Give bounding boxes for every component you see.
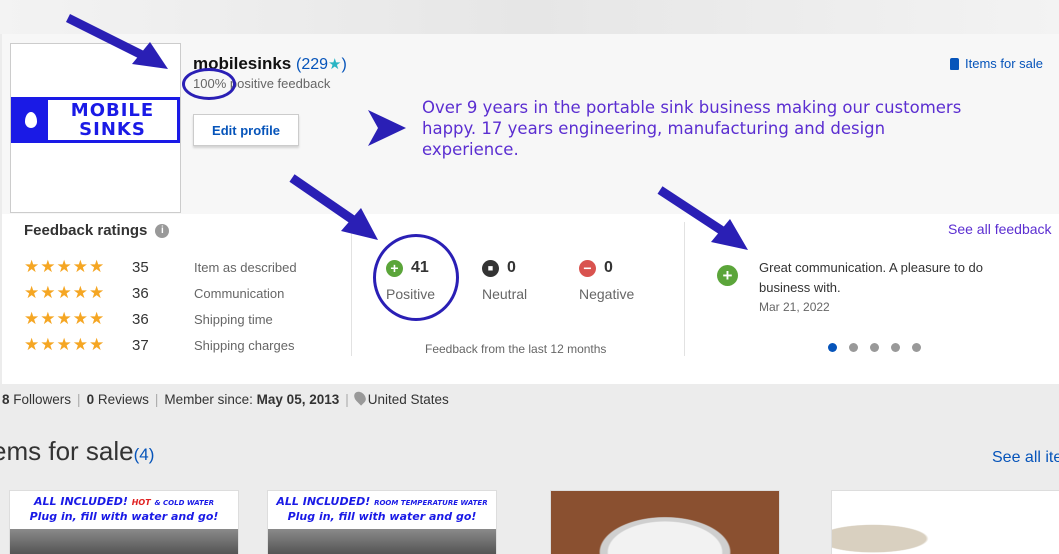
rating-row-shipping-time: ★★★★★ 36 Shipping time [24, 309, 273, 329]
rating-stars-icon: ★★★★★ [24, 283, 106, 302]
neutral-count: 0 [507, 259, 516, 276]
item-banner-small: ROOM TEMPERATURE WATER [374, 499, 488, 507]
carousel-dots [828, 343, 921, 352]
separator: | [154, 391, 159, 407]
rating-label: Shipping time [194, 311, 273, 327]
feedback-ratings-title: Feedback ratings i [24, 222, 170, 239]
item-card[interactable] [831, 490, 1059, 554]
reviews-link[interactable]: 0 Reviews [87, 392, 149, 407]
rating-row-item-described: ★★★★★ 35 Item as described [24, 257, 297, 277]
rating-stars-icon: ★★★★★ [24, 257, 106, 276]
see-all-feedback-link[interactable]: See all feedback [948, 221, 1052, 237]
item-photo [10, 529, 238, 554]
items-count: (4) [133, 445, 155, 464]
rating-label: Item as described [194, 259, 297, 275]
item-banner-hot: HOT [131, 498, 151, 507]
reviews-count: 0 [86, 391, 95, 407]
followers-link[interactable]: 8 Followers [2, 392, 71, 407]
negative-label: Negative [579, 286, 635, 302]
member-since-date: May 05, 2013 [256, 391, 340, 407]
feedback-period-note: Feedback from the last 12 months [425, 342, 607, 356]
annotation-circle [373, 234, 459, 321]
shopping-bag-icon [950, 57, 959, 70]
feedback-ratings-heading: Feedback ratings [24, 222, 148, 239]
rating-count: 35 [132, 258, 149, 276]
minus-circle-icon: − [579, 259, 596, 277]
items-for-sale-heading: ems for sale(4) [0, 436, 154, 467]
item-photo [268, 529, 496, 554]
item-photo [551, 491, 779, 554]
item-photo [832, 491, 1059, 554]
plus-circle-icon: + [717, 265, 738, 286]
followers-count: 8 [2, 391, 10, 407]
annotation-arrow [368, 110, 406, 146]
rating-stars-icon: ★★★★★ [24, 335, 106, 354]
feedback-date: Mar 21, 2022 [759, 300, 830, 314]
seller-meta-row: 8 Followers | 0 Reviews | Member since: … [2, 389, 449, 407]
location: United States [351, 389, 449, 407]
item-card[interactable]: ALL INCLUDED! HOT & COLD WATER Plug in, … [9, 490, 239, 554]
rating-count: 37 [132, 336, 149, 354]
negative-count: 0 [604, 259, 613, 276]
rating-count: 36 [132, 284, 149, 302]
carousel-dot[interactable] [891, 343, 900, 352]
carousel-dot[interactable] [828, 343, 837, 352]
item-banner: ALL INCLUDED! HOT & COLD WATER [10, 495, 238, 508]
water-drop-icon [14, 100, 48, 140]
neutral-circle-icon: ■ [482, 259, 499, 277]
item-card[interactable]: ALL INCLUDED! ROOM TEMPERATURE WATER Plu… [267, 490, 497, 554]
feedback-comment: Great communication. A pleasure to do bu… [759, 260, 984, 295]
rating-row-communication: ★★★★★ 36 Communication [24, 283, 284, 303]
item-banner-tail: & COLD WATER [154, 499, 215, 507]
location-text: United States [367, 392, 449, 407]
location-pin-icon [351, 389, 368, 406]
score-close-paren: ) [341, 56, 347, 73]
logo-text-line-1: MOBILE [70, 100, 155, 121]
neutral-label: Neutral [482, 286, 528, 302]
items-for-sale-link[interactable]: Items for sale [950, 56, 1043, 71]
separator: | [77, 391, 81, 407]
items-for-sale-label: Items for sale [965, 56, 1044, 71]
annotation-arrow [289, 174, 378, 240]
edit-profile-button[interactable]: Edit profile [193, 114, 299, 146]
item-banner: ALL INCLUDED! ROOM TEMPERATURE WATER [268, 495, 496, 508]
negative-feedback-summary[interactable]: − 0 Negative [579, 259, 634, 302]
rating-label: Shipping charges [194, 337, 295, 353]
carousel-dot[interactable] [912, 343, 921, 352]
carousel-dot[interactable] [870, 343, 879, 352]
annotation-arrow [657, 186, 748, 250]
annotation-circle [182, 68, 236, 100]
item-banner-text: ALL INCLUDED! [276, 495, 371, 508]
logo-text-line-2: SINKS [79, 119, 146, 140]
see-all-items-link[interactable]: See all ite [992, 449, 1059, 467]
feedback-score: 229 [301, 56, 329, 73]
item-banner-tagline: Plug in, fill with water and go! [287, 510, 477, 523]
items-for-sale-title: ems for sale [0, 436, 134, 466]
rating-stars-icon: ★★★★★ [24, 309, 106, 328]
rating-count: 36 [132, 310, 149, 328]
star-icon: ★ [328, 56, 342, 73]
reviews-label: Reviews [97, 391, 149, 407]
annotation-arrow [65, 13, 168, 69]
store-logo: MOBILE SINKS [11, 97, 180, 143]
rating-row-shipping-charges: ★★★★★ 37 Shipping charges [24, 335, 294, 355]
store-description: Over 9 years in the portable sink busine… [422, 98, 962, 159]
feedback-score-link[interactable]: (229★) [296, 56, 347, 73]
member-since-label: Member since: [164, 391, 253, 407]
item-banner-tagline: Plug in, fill with water and go! [29, 510, 219, 523]
followers-label: Followers [13, 391, 72, 407]
neutral-feedback-summary[interactable]: ■ 0 Neutral [482, 259, 527, 302]
item-card[interactable] [550, 490, 780, 554]
member-since: Member since: May 05, 2013 [164, 392, 339, 407]
info-icon[interactable]: i [155, 223, 170, 238]
rating-label: Communication [194, 285, 285, 301]
separator: | [345, 391, 349, 407]
item-banner-text: ALL INCLUDED! [33, 495, 128, 508]
carousel-dot[interactable] [849, 343, 858, 352]
